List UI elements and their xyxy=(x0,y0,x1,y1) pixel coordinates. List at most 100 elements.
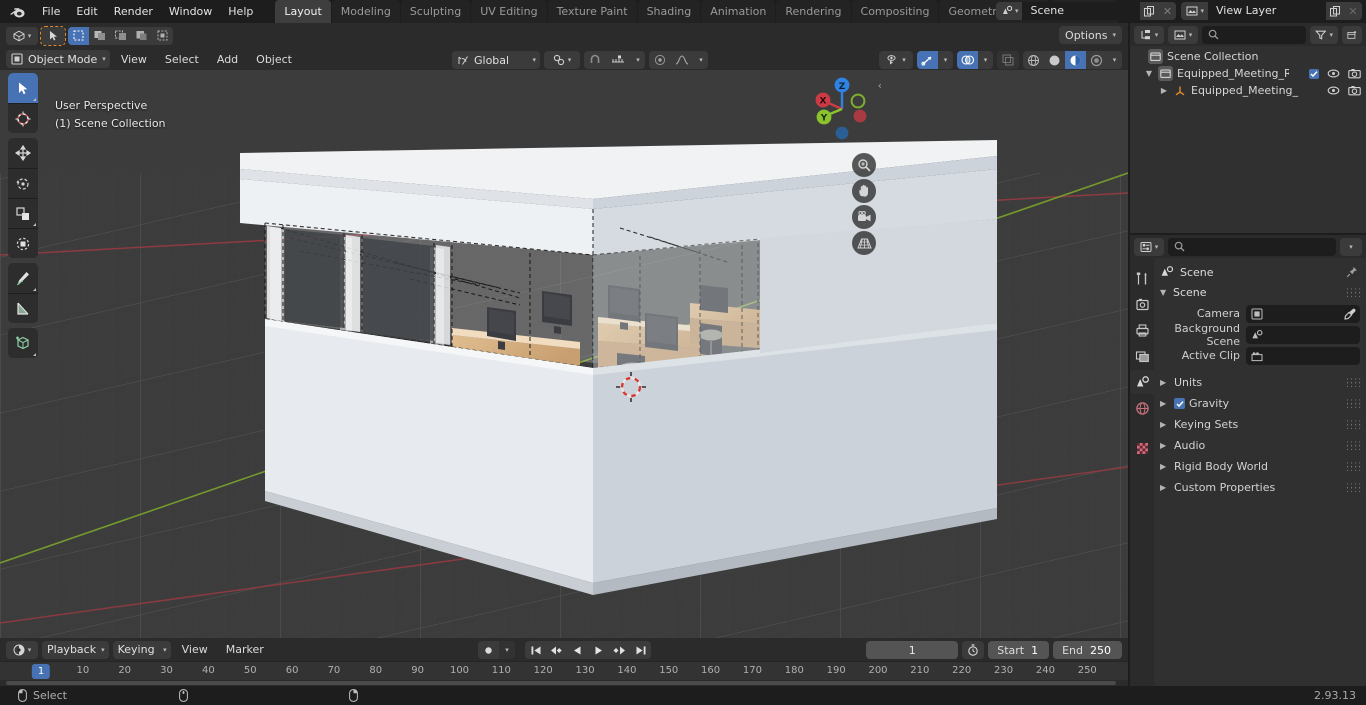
play-reverse-icon[interactable] xyxy=(567,641,588,659)
prev-keyframe-icon[interactable] xyxy=(546,641,567,659)
menu-render[interactable]: Render xyxy=(106,2,161,21)
outliner-row-equipped-meeting-room-collection[interactable]: ▼ Equipped_Meeting_Room_Wh xyxy=(1130,65,1366,82)
eyedropper-icon[interactable] xyxy=(1344,308,1356,320)
select-subtract-icon[interactable] xyxy=(110,27,131,45)
workspace-tab-modeling[interactable]: Modeling xyxy=(331,0,400,23)
jump-start-icon[interactable] xyxy=(525,641,546,659)
eye-icon[interactable] xyxy=(1327,68,1340,79)
transform-orientation-dropdown[interactable]: Global ▾ xyxy=(452,51,540,69)
blender-logo-icon[interactable] xyxy=(6,3,28,20)
camera-field[interactable] xyxy=(1246,304,1360,323)
panel-disclosure-right-icon[interactable]: ▶ xyxy=(1160,462,1168,471)
falloff-chevron-icon[interactable]: ▾ xyxy=(694,51,708,69)
workspace-tab-texture-paint[interactable]: Texture Paint xyxy=(547,0,637,23)
timeline-menu-view[interactable]: View xyxy=(175,641,215,658)
camera-icon[interactable] xyxy=(852,205,876,229)
viewport-options-button[interactable]: Options ▾ xyxy=(1059,26,1122,44)
shading-chevron-icon[interactable]: ▾ xyxy=(1107,51,1122,69)
camera-icon[interactable] xyxy=(1348,68,1361,79)
workspace-tab-rendering[interactable]: Rendering xyxy=(776,0,851,23)
object-mode-dropdown[interactable]: Object Mode ▾ xyxy=(6,50,110,68)
world-tab[interactable] xyxy=(1130,396,1154,420)
timeline-editor[interactable]: ▾ Playback ▾ Keying ▾ View Marker ▾ 1 St… xyxy=(0,638,1128,686)
camera-icon[interactable] xyxy=(1348,85,1361,96)
hand-icon[interactable] xyxy=(852,179,876,203)
funnel-icon[interactable]: ▾ xyxy=(1310,25,1338,44)
editor-type-properties-icon[interactable]: ▾ xyxy=(1134,237,1164,256)
viewport-menu-object[interactable]: Object xyxy=(249,51,299,68)
shading-wireframe-icon[interactable] xyxy=(1023,51,1044,69)
panel-header-audio[interactable]: ▶ Audio :::: :::: xyxy=(1154,435,1366,456)
object-visibility-dropdown[interactable]: ▾ xyxy=(879,51,913,69)
snap-increment-icon[interactable] xyxy=(605,51,631,69)
tweak-select-tool[interactable] xyxy=(8,73,38,103)
frame-range-start[interactable]: Start 1 xyxy=(988,641,1050,659)
snap-chevron-icon[interactable]: ▾ xyxy=(631,51,645,69)
render-tab[interactable] xyxy=(1130,292,1154,316)
outliner-id-filter-icon[interactable]: ▾ xyxy=(1168,25,1198,44)
panel-disclosure-right-icon[interactable]: ▶ xyxy=(1160,399,1168,408)
duplicate-view-layer-icon[interactable] xyxy=(1326,2,1344,20)
transport-group[interactable] xyxy=(525,641,651,659)
magnifier-icon[interactable] xyxy=(852,153,876,177)
disclosure-down-icon[interactable]: ▼ xyxy=(1144,69,1154,78)
panel-disclosure-right-icon[interactable]: ▶ xyxy=(1160,378,1168,387)
workspace-tab-shading[interactable]: Shading xyxy=(637,0,701,23)
outliner-editor[interactable]: ▾ ▾ ▾ Scene Collection ▼ Equipped_Meetin… xyxy=(1130,23,1366,233)
show-overlays-icon[interactable] xyxy=(957,51,978,69)
cursor-tool[interactable] xyxy=(8,103,38,133)
view-layer-icon[interactable]: ▾ xyxy=(1181,2,1208,20)
unlink-scene-icon[interactable]: ✕ xyxy=(1158,2,1177,20)
navigation-gizmo[interactable]: Z X Y xyxy=(804,71,880,147)
panel-disclosure-down-icon[interactable]: ▼ xyxy=(1160,288,1168,297)
shading-mode-group[interactable]: ▾ xyxy=(1023,51,1122,69)
workspace-tab-uv-editing[interactable]: UV Editing xyxy=(471,0,547,23)
panel-header-keying-sets[interactable]: ▶ Keying Sets :::: :::: xyxy=(1154,414,1366,435)
active-clip-field[interactable] xyxy=(1246,346,1360,365)
xray-toggle-button[interactable] xyxy=(997,51,1019,69)
editor-type-timeline-icon[interactable]: ▾ xyxy=(6,640,38,659)
panel-disclosure-right-icon[interactable]: ▶ xyxy=(1160,441,1168,450)
menu-file[interactable]: File xyxy=(34,2,68,21)
record-keyframes-icon[interactable] xyxy=(478,641,499,659)
stopwatch-icon[interactable] xyxy=(962,641,985,659)
scene-selector[interactable]: ▾ Scene ✕ xyxy=(995,2,1177,20)
viewport-menu-select[interactable]: Select xyxy=(158,51,206,68)
annotate-tool[interactable] xyxy=(8,263,38,293)
pin-icon[interactable] xyxy=(1346,266,1358,278)
end-value[interactable]: 250 xyxy=(1090,644,1122,657)
auto-key-chevron-icon[interactable]: ▾ xyxy=(499,641,515,659)
next-keyframe-icon[interactable] xyxy=(609,641,630,659)
grid-perspective-icon[interactable] xyxy=(852,231,876,255)
scene-tab[interactable] xyxy=(1130,370,1154,394)
gizmo-chevron-icon[interactable]: ▾ xyxy=(938,51,953,69)
view-layer-tab[interactable] xyxy=(1130,344,1154,368)
workspace-tab-sculpting[interactable]: Sculpting xyxy=(400,0,471,23)
scene-icon[interactable]: ▾ xyxy=(995,2,1023,20)
keying-dropdown[interactable]: Keying ▾ xyxy=(112,640,171,659)
select-set-icon[interactable] xyxy=(68,26,89,45)
outliner-display-mode-icon[interactable]: ▾ xyxy=(1134,25,1164,44)
menu-edit[interactable]: Edit xyxy=(68,2,105,21)
gravity-checkbox[interactable] xyxy=(1174,398,1185,409)
play-icon[interactable] xyxy=(588,641,609,659)
overlays-group[interactable]: ▾ xyxy=(957,51,993,69)
workspace-tab-compositing[interactable]: Compositing xyxy=(851,0,939,23)
menu-help[interactable]: Help xyxy=(220,2,261,21)
outliner-row-equipped-meeting-room-object[interactable]: ▶ Equipped_Meeting_Room xyxy=(1130,82,1366,99)
transform-tool[interactable] xyxy=(8,228,38,258)
current-frame-field[interactable]: 1 xyxy=(866,641,959,659)
start-value[interactable]: 1 xyxy=(1031,644,1049,657)
scene-name-field[interactable]: Scene xyxy=(1022,2,1141,20)
panel-header-rigid-body-world[interactable]: ▶ Rigid Body World :::: :::: xyxy=(1154,456,1366,477)
select-invert-icon[interactable] xyxy=(131,27,152,45)
jump-end-icon[interactable] xyxy=(630,641,651,659)
timeline-ruler[interactable]: 10 20 30 40 50 60 70 80 90 100 110 120 130 140 150 160 1… xyxy=(0,661,1128,680)
properties-search-input[interactable] xyxy=(1168,237,1336,256)
editor-type-3dview-icon[interactable]: ▾ xyxy=(6,26,38,45)
workspace-tab-animation[interactable]: Animation xyxy=(701,0,776,23)
panel-disclosure-right-icon[interactable]: ▶ xyxy=(1160,420,1168,429)
background-scene-field[interactable] xyxy=(1246,325,1360,344)
menu-window[interactable]: Window xyxy=(161,2,220,21)
viewport-menu-add[interactable]: Add xyxy=(210,51,245,68)
